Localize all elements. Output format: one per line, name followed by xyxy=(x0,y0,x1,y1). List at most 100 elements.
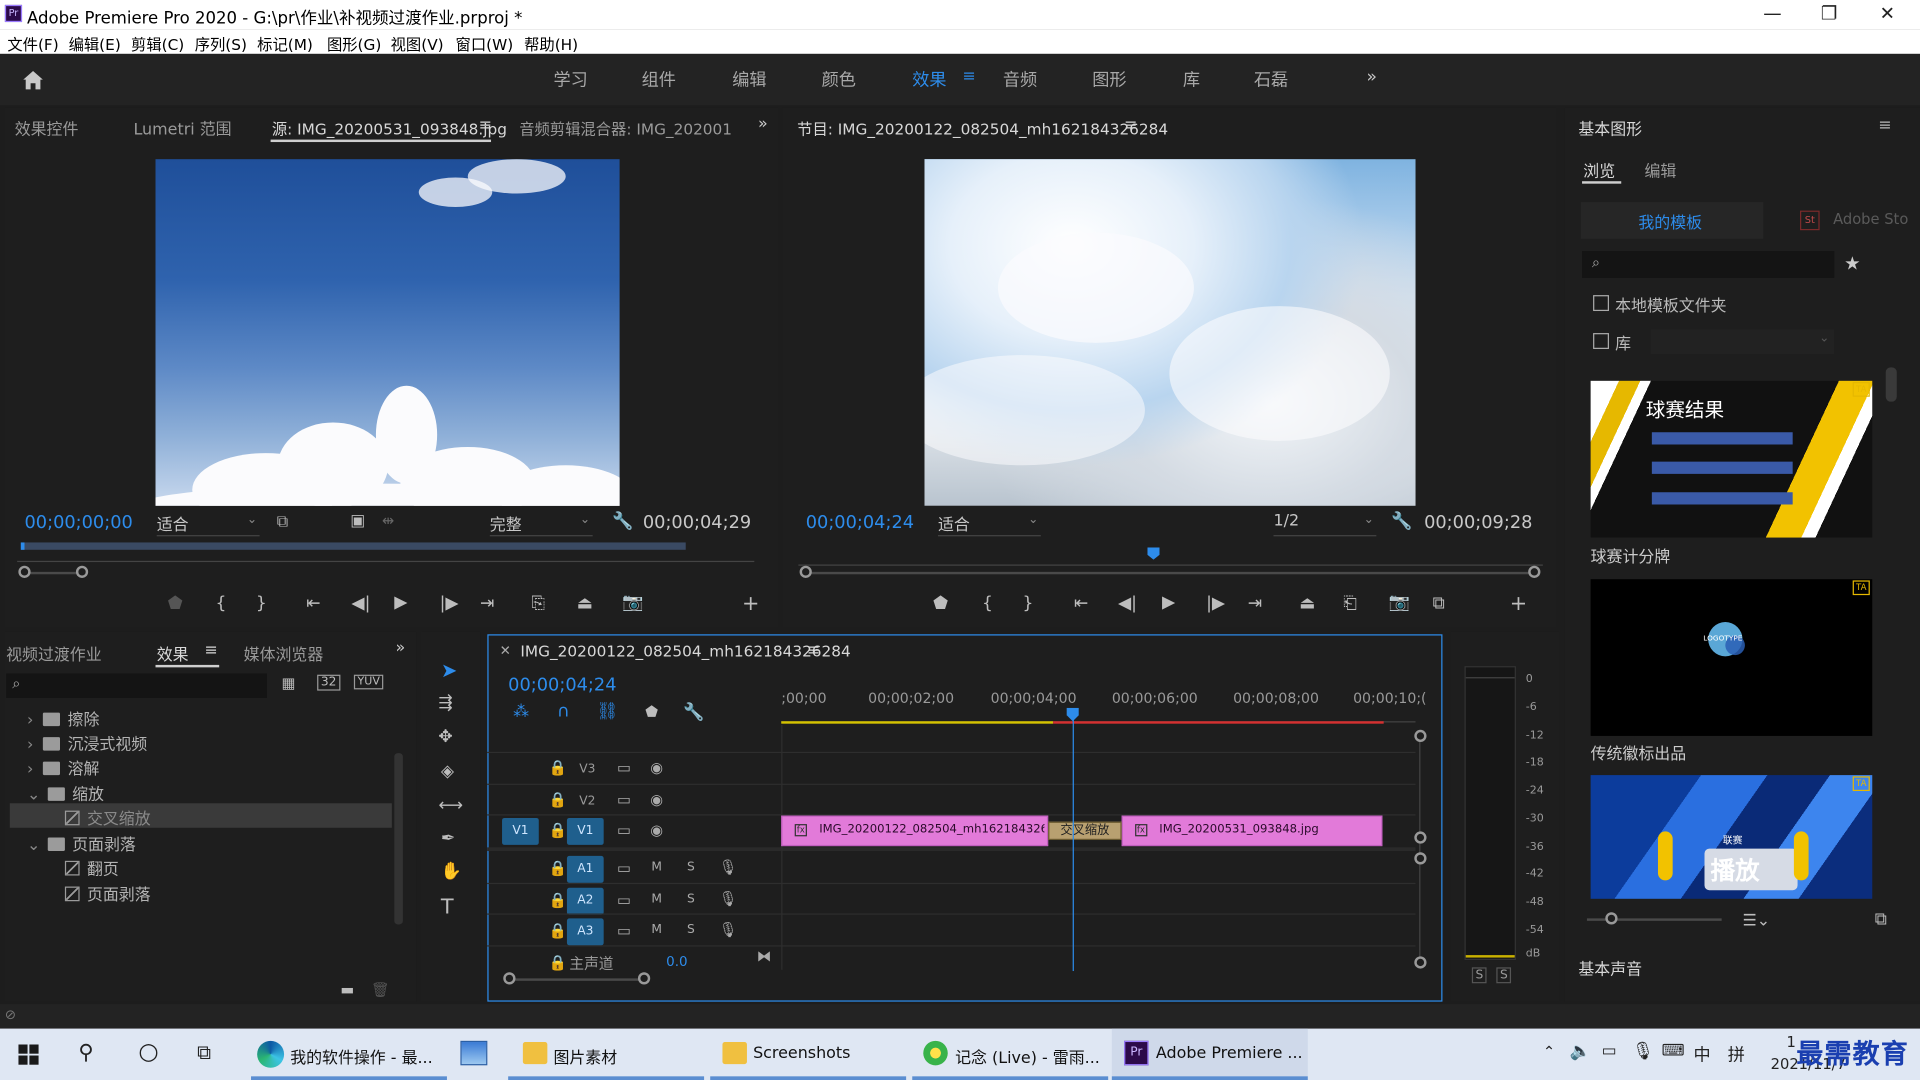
32bit-effects-icon[interactable]: 32 xyxy=(317,674,341,691)
sync-lock-icon[interactable]: ▭ xyxy=(617,891,631,908)
tab-effects-menu-icon[interactable]: ≡ xyxy=(204,642,217,660)
essential-graphics-menu-icon[interactable]: ≡ xyxy=(1878,116,1891,134)
program-mark-out-icon[interactable]: } xyxy=(1022,594,1033,614)
home-icon[interactable] xyxy=(21,69,45,91)
program-go-to-out-icon[interactable]: ⇥ xyxy=(1248,594,1262,614)
source-go-to-out-icon[interactable]: ⇥ xyxy=(480,594,494,614)
tab-effect-controls[interactable]: 效果控件 xyxy=(15,116,79,139)
lock-icon[interactable]: 🔒 xyxy=(549,791,567,808)
type-tool-icon[interactable]: T xyxy=(441,895,454,919)
workspace-graphics[interactable]: 图形 xyxy=(1092,67,1126,91)
subtab-my-templates[interactable]: 我的模板 xyxy=(1580,202,1764,239)
tab-source-menu-icon[interactable]: ≡ xyxy=(479,116,492,134)
timeline-vscroll-knob-mid2[interactable] xyxy=(1414,852,1427,865)
accelerated-effects-icon[interactable]: ▦ xyxy=(282,675,296,692)
eye-icon[interactable]: ◉ xyxy=(650,759,663,776)
program-play-icon[interactable]: ▶ xyxy=(1162,593,1175,613)
tree-item-dissolve[interactable]: › 溶解 xyxy=(27,756,100,778)
tab-media-browser[interactable]: 媒体浏览器 xyxy=(244,642,324,665)
taskbar-app-premiere[interactable]: Pr Adobe Premiere ... xyxy=(1111,1028,1308,1080)
maximize-button[interactable]: ❐ xyxy=(1821,2,1837,24)
windows-start-icon[interactable] xyxy=(18,1044,39,1065)
source-add-marker-icon[interactable]: ⬟ xyxy=(168,594,183,614)
sync-lock-icon[interactable]: ▭ xyxy=(617,759,631,776)
master-volume-value[interactable]: 0.0 xyxy=(666,954,687,970)
sequence-tab[interactable]: IMG_20200122_082504_mh162184326284 xyxy=(520,642,850,660)
menu-file[interactable]: 文件(F) xyxy=(7,32,58,55)
program-add-marker-icon[interactable]: ⬟ xyxy=(933,594,948,614)
solo-button[interactable]: S xyxy=(687,923,695,936)
voiceover-mic-icon[interactable]: 🎙 xyxy=(719,921,738,938)
program-extract-icon[interactable]: ⎗ xyxy=(1343,594,1357,614)
tab-source[interactable]: 源: IMG_20200531_093848.jpg xyxy=(272,116,507,139)
library-dropdown[interactable]: ⌄ xyxy=(1650,329,1835,354)
timeline-clip[interactable]: fx IMG_20200531_093848.jpg xyxy=(1121,815,1383,847)
source-safe-margins-icon[interactable]: ⧉ xyxy=(277,513,288,531)
source-overwrite-icon[interactable]: ⏏ xyxy=(577,594,593,614)
source-export-frame-icon[interactable]: ▣ xyxy=(350,512,365,530)
taskbar-app-folder-screenshots[interactable]: Screenshots xyxy=(710,1029,907,1080)
workspace-overflow-icon[interactable]: » xyxy=(1367,67,1378,87)
mute-button[interactable]: M xyxy=(651,893,662,906)
workspace-learn[interactable]: 学习 xyxy=(553,67,587,91)
razor-tool-icon[interactable]: ◈ xyxy=(441,762,454,782)
menu-clip[interactable]: 剪辑(C) xyxy=(131,32,184,55)
panel-overflow-icon[interactable]: » xyxy=(758,115,768,133)
source-step-back-icon[interactable]: ◀| xyxy=(351,594,370,614)
transition-cross-zoom[interactable]: 交叉缩放 xyxy=(1048,821,1122,841)
meter-solo-left[interactable]: S xyxy=(1471,967,1487,984)
track-select-tool-icon[interactable]: ⇶ xyxy=(438,693,452,713)
lock-icon[interactable]: 🔒 xyxy=(549,822,567,839)
timeline-settings-wrench-icon[interactable]: 🔧 xyxy=(683,703,704,723)
tree-item-immersive-video[interactable]: › 沉浸式视频 xyxy=(27,731,147,754)
eye-icon[interactable]: ◉ xyxy=(650,822,663,839)
menu-graphics[interactable]: 图形(G) xyxy=(327,32,381,55)
cortana-icon[interactable]: ○ xyxy=(138,1038,158,1065)
lock-icon[interactable]: 🔒 xyxy=(549,922,567,939)
sync-lock-icon[interactable]: ▭ xyxy=(617,791,631,808)
program-timecode[interactable]: 00;00;04;24 xyxy=(806,513,914,533)
delete-icon[interactable]: 🗑 xyxy=(371,981,390,998)
source-settings-wrench-icon[interactable]: 🔧 xyxy=(612,512,633,532)
add-marker-icon[interactable]: ⬟ xyxy=(645,703,658,720)
menu-marker[interactable]: 标记(M) xyxy=(257,32,313,55)
program-time-ruler[interactable] xyxy=(798,551,1543,566)
source-fit-dropdown[interactable]: 适合 ⌄ xyxy=(156,512,260,537)
menu-view[interactable]: 视图(V) xyxy=(391,32,444,55)
workspace-effects[interactable]: 效果 xyxy=(912,67,946,91)
template-thumb-logo[interactable]: LOGOTYPE TA xyxy=(1590,579,1873,736)
program-menu-icon[interactable]: ≡ xyxy=(1124,116,1137,134)
keyboard-icon[interactable]: ⌨ xyxy=(1662,1042,1685,1060)
taskbar-app-photos[interactable] xyxy=(452,1029,496,1080)
source-step-forward-icon[interactable]: |▶ xyxy=(440,594,459,614)
master-go-to-end-icon[interactable]: ⧓ xyxy=(757,948,772,965)
menu-edit[interactable]: 编辑(E) xyxy=(69,32,121,55)
lock-icon[interactable]: 🔒 xyxy=(549,891,567,908)
taskbar-app-music[interactable]: 记念 (Live) - 雷雨... xyxy=(912,1029,1109,1080)
eye-icon[interactable]: ◉ xyxy=(650,791,663,808)
timeline-hscroll-knob-left[interactable] xyxy=(503,972,516,985)
workspace-audio[interactable]: 音频 xyxy=(1003,67,1037,91)
source-export-frame-camera-icon[interactable]: 📷 xyxy=(622,593,643,613)
track-target-a1[interactable]: A1 xyxy=(566,855,604,883)
sync-lock-icon[interactable]: ▭ xyxy=(617,822,631,839)
program-go-to-in-icon[interactable]: ⇤ xyxy=(1074,594,1088,614)
graphics-scrollbar[interactable] xyxy=(1885,367,1897,402)
source-mark-out-icon[interactable]: } xyxy=(256,594,267,614)
local-templates-checkbox[interactable] xyxy=(1593,295,1609,312)
taskbar-app-edge[interactable]: 我的软件操作 - 最... xyxy=(251,1029,447,1080)
solo-button[interactable]: S xyxy=(687,893,695,906)
tab-edit[interactable]: 编辑 xyxy=(1645,158,1677,181)
tab-browse[interactable]: 浏览 xyxy=(1583,158,1615,181)
timeline-hscroll-knob-right[interactable] xyxy=(637,972,651,985)
new-layer-icon[interactable]: ⧉ xyxy=(1875,910,1887,930)
program-mark-in-icon[interactable]: { xyxy=(982,594,993,614)
graphics-search-input[interactable]: ⌕ xyxy=(1582,251,1835,278)
program-settings-wrench-icon[interactable]: 🔧 xyxy=(1391,512,1412,532)
minimize-button[interactable]: — xyxy=(1763,2,1781,24)
timeline-clip[interactable]: fx IMG_20200122_082504_mh1621843262844.j xyxy=(781,815,1049,847)
ime-mode-indicator[interactable]: 拼 xyxy=(1728,1042,1745,1066)
workspace-libraries[interactable]: 库 xyxy=(1183,67,1200,91)
template-thumb-broadcast[interactable]: 播放 联赛 TA xyxy=(1590,775,1873,899)
source-zoom-knob-left[interactable] xyxy=(18,565,31,578)
